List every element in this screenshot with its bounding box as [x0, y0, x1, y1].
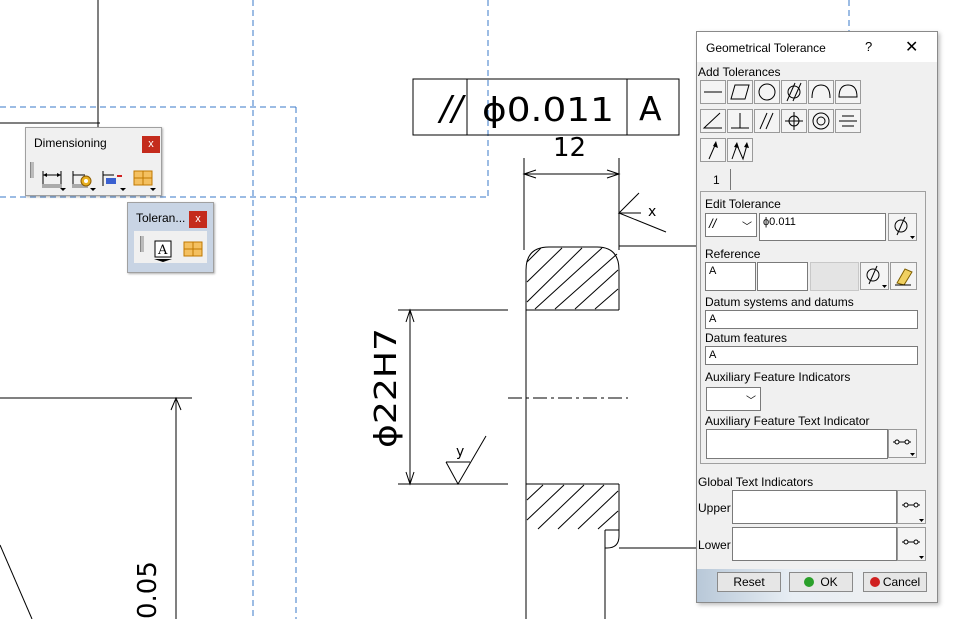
- reference-input-3: [810, 262, 859, 291]
- tolerance-type-select[interactable]: // ﹀: [705, 213, 757, 237]
- upper-text-input[interactable]: [732, 490, 897, 524]
- tolerance-table-icon[interactable]: [180, 237, 206, 263]
- chevron-down-icon: ﹀: [746, 396, 756, 407]
- datum-features-input[interactable]: A: [705, 346, 918, 365]
- lower-insert-button[interactable]: [897, 527, 926, 561]
- symmetry-icon[interactable]: [835, 109, 861, 133]
- reference-input-1[interactable]: A: [705, 262, 756, 291]
- reference-label: Reference: [705, 247, 761, 261]
- ok-icon: [804, 577, 815, 587]
- cancel-icon: [869, 577, 880, 587]
- total-runout-icon[interactable]: [727, 138, 753, 162]
- tab-1[interactable]: 1: [713, 173, 720, 187]
- section-hatch-lower: [526, 484, 619, 530]
- dimensions-icon[interactable]: [40, 166, 66, 192]
- parallelism-icon[interactable]: [754, 109, 780, 133]
- datum-features-label: Datum features: [705, 331, 788, 345]
- circularity-icon[interactable]: [754, 80, 780, 104]
- dimension-table-icon[interactable]: [130, 166, 156, 192]
- straightness-icon[interactable]: [700, 80, 726, 104]
- dimensioning-close-icon[interactable]: x: [142, 136, 160, 153]
- chevron-down-icon: ﹀: [742, 222, 752, 233]
- datum-systems-label: Datum systems and datums: [705, 295, 854, 309]
- dialog-title: Geometrical Tolerance: [706, 41, 826, 55]
- lower-label: Lower: [698, 538, 731, 552]
- aux-text-insert-button[interactable]: [888, 429, 917, 458]
- aux-feature-text-label: Auxiliary Feature Text Indicator: [705, 414, 870, 428]
- dim-width-text[interactable]: 12: [553, 133, 586, 163]
- dim-diameter-text[interactable]: ϕ22H7: [369, 328, 404, 448]
- circular-runout-icon[interactable]: [700, 138, 726, 162]
- dim-partial-text[interactable]: 0.05: [133, 561, 163, 619]
- close-button[interactable]: ✕: [905, 37, 918, 57]
- toolbar-grip[interactable]: [30, 162, 34, 178]
- edit-tolerance-label: Edit Tolerance: [705, 197, 781, 211]
- datum-feature-icon[interactable]: A: [150, 237, 176, 263]
- aux-feature-indicators-select[interactable]: ﹀: [706, 387, 761, 411]
- concentricity-icon[interactable]: [808, 109, 834, 133]
- tolerancing-close-icon[interactable]: x: [189, 211, 207, 228]
- dimensioning-toolbar[interactable]: Dimensioning x: [25, 127, 162, 196]
- tolerance-value-input[interactable]: ϕ0.011: [759, 213, 886, 241]
- global-text-indicators-label: Global Text Indicators: [698, 475, 814, 489]
- add-tolerances-label: Add Tolerances: [698, 65, 781, 79]
- surface-profile-icon[interactable]: [835, 80, 861, 104]
- lower-text-input[interactable]: [732, 527, 897, 561]
- tolerancing-toolbar-title: Toleran...: [136, 211, 186, 225]
- dimension-edit-icon[interactable]: [100, 166, 126, 192]
- help-button[interactable]: ?: [865, 39, 872, 54]
- reference-diameter-button[interactable]: [860, 262, 889, 290]
- cylindricity-icon[interactable]: [781, 80, 807, 104]
- roughness-y-text: y: [456, 444, 464, 460]
- aux-feature-text-input[interactable]: [706, 429, 888, 459]
- reset-button[interactable]: Reset: [717, 572, 781, 592]
- diameter-symbol-button[interactable]: [888, 213, 917, 241]
- ok-button[interactable]: OK: [789, 572, 853, 592]
- line-profile-icon[interactable]: [808, 80, 834, 104]
- fcf-tolerance-text[interactable]: ϕ0.011: [482, 90, 614, 129]
- position-icon[interactable]: [781, 109, 807, 133]
- fcf-symbol-text[interactable]: //: [437, 89, 466, 129]
- angularity-icon[interactable]: [700, 109, 726, 133]
- dimension-gear-icon[interactable]: [70, 166, 96, 192]
- fcf-datum-text[interactable]: A: [639, 89, 662, 128]
- upper-insert-button[interactable]: [897, 490, 926, 524]
- section-hatch-upper: [526, 247, 619, 310]
- cancel-button[interactable]: Cancel: [863, 572, 927, 592]
- eraser-icon[interactable]: [890, 262, 917, 290]
- dialog-titlebar[interactable]: Geometrical Tolerance ? ✕: [697, 32, 937, 62]
- perpendicularity-icon[interactable]: [727, 109, 753, 133]
- toolbar-grip[interactable]: [140, 236, 144, 252]
- reference-input-2[interactable]: [757, 262, 808, 291]
- datum-systems-input[interactable]: A: [705, 310, 918, 329]
- dimensioning-toolbar-title: Dimensioning: [34, 136, 107, 150]
- geometrical-tolerance-dialog[interactable]: Geometrical Tolerance ? ✕ Add Tolerances…: [696, 31, 938, 603]
- roughness-x-text: x: [648, 204, 656, 220]
- tolerancing-toolbar[interactable]: Toleran... x A: [127, 202, 214, 273]
- flatness-icon[interactable]: [727, 80, 753, 104]
- upper-label: Upper: [698, 501, 731, 515]
- aux-feature-indicators-label: Auxiliary Feature Indicators: [705, 370, 851, 384]
- svg-text:A: A: [157, 243, 168, 258]
